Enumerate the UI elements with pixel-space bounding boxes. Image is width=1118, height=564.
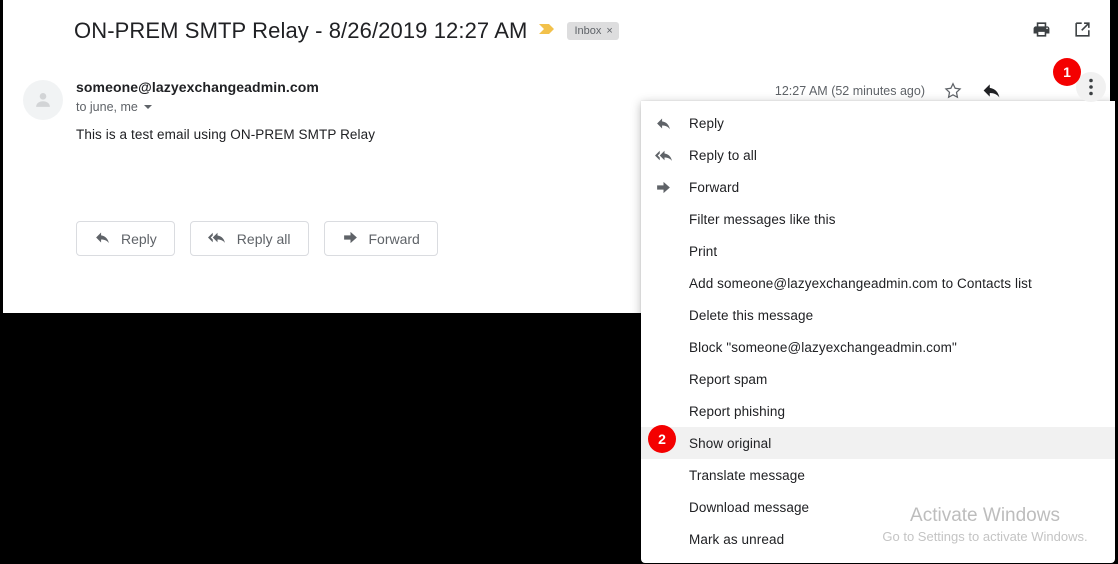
- menu-item-forward[interactable]: Forward: [641, 171, 1115, 203]
- step-badge-1: 1: [1053, 58, 1081, 86]
- menu-item-report-spam[interactable]: Report spam: [641, 363, 1115, 395]
- label-chip-text: Inbox: [574, 25, 602, 37]
- label-chip-inbox[interactable]: Inbox ×: [567, 22, 619, 40]
- menu-item-label: Print: [689, 243, 718, 259]
- star-outline-icon[interactable]: [943, 81, 963, 101]
- close-icon[interactable]: ×: [606, 25, 612, 37]
- menu-item-label: Download message: [689, 499, 810, 515]
- reply-all-button[interactable]: Reply all: [189, 221, 309, 256]
- more-vertical-icon[interactable]: [1076, 72, 1106, 102]
- menu-item-label: Translate message: [689, 467, 806, 483]
- menu-item-label: Report phishing: [689, 403, 786, 419]
- recipients-label: to june, me: [76, 100, 138, 114]
- reply-button-label: Reply: [121, 230, 157, 247]
- action-buttons: Reply Reply all Forward: [76, 221, 438, 256]
- menu-item-block-someone-lazyexchangeadmin-com[interactable]: Block "someone@lazyexchangeadmin.com": [641, 331, 1115, 363]
- forward-button[interactable]: Forward: [323, 221, 438, 256]
- menu-item-label: Mark as unread: [689, 531, 785, 547]
- reply-button[interactable]: Reply: [76, 221, 175, 256]
- menu-item-reply[interactable]: Reply: [641, 107, 1115, 139]
- importance-marker-icon[interactable]: [537, 21, 557, 42]
- menu-item-label: Block "someone@lazyexchangeadmin.com": [689, 339, 957, 355]
- menu-item-show-original[interactable]: Show original: [641, 427, 1115, 459]
- menu-item-download-message[interactable]: Download message: [641, 491, 1115, 523]
- reply-all-button-label: Reply all: [236, 230, 291, 247]
- open-in-new-icon[interactable]: [1073, 20, 1092, 39]
- menu-item-label: Delete this message: [689, 307, 814, 323]
- header-actions: [1032, 20, 1092, 39]
- menu-item-label: Filter messages like this: [689, 211, 836, 227]
- reply-arrow-icon: [655, 115, 689, 132]
- menu-item-label: Show original: [689, 435, 772, 451]
- avatar[interactable]: [23, 80, 63, 120]
- menu-item-delete-this-message[interactable]: Delete this message: [641, 299, 1115, 331]
- menu-item-label: Reply to all: [689, 147, 757, 163]
- person-avatar-icon: [36, 93, 50, 107]
- subject-row: ON-PREM SMTP Relay - 8/26/2019 12:27 AM …: [74, 18, 619, 44]
- menu-item-translate-message[interactable]: Translate message: [641, 459, 1115, 491]
- print-icon[interactable]: [1032, 20, 1051, 39]
- forward-arrow-icon: [342, 229, 359, 249]
- menu-item-label: Forward: [689, 179, 740, 195]
- page-title: ON-PREM SMTP Relay - 8/26/2019 12:27 AM: [74, 18, 528, 43]
- reply-all-arrow-icon: [655, 147, 689, 164]
- message-body: This is a test email using ON-PREM SMTP …: [76, 127, 376, 142]
- step-badge-2: 2: [648, 425, 676, 453]
- recipients-row[interactable]: to june, me: [76, 100, 319, 114]
- menu-item-mark-as-unread[interactable]: Mark as unread: [641, 523, 1115, 555]
- forward-arrow-icon: [655, 179, 689, 196]
- forward-button-label: Forward: [368, 230, 420, 247]
- menu-item-label: Report spam: [689, 371, 768, 387]
- more-options-menu: Reply Reply to all Forward Filter messages …: [641, 101, 1115, 563]
- message-meta: 12:27 AM (52 minutes ago): [775, 80, 1002, 101]
- screenshot-root: ON-PREM SMTP Relay - 8/26/2019 12:27 AM …: [0, 0, 1118, 564]
- sender-block: someone@lazyexchangeadmin.com to june, m…: [76, 79, 319, 114]
- reply-arrow-icon[interactable]: [981, 80, 1002, 101]
- menu-item-label: Add someone@lazyexchangeadmin.com to Con…: [689, 275, 1032, 291]
- menu-item-print[interactable]: Print: [641, 235, 1115, 267]
- menu-item-label: Reply: [689, 115, 725, 131]
- menu-item-reply-to-all[interactable]: Reply to all: [641, 139, 1115, 171]
- chevron-down-icon[interactable]: [143, 105, 152, 109]
- message-timestamp: 12:27 AM (52 minutes ago): [774, 83, 925, 98]
- reply-all-arrow-icon: [207, 229, 227, 249]
- menu-item-add-someone-lazyexchangeadmin-com-to-contacts-list[interactable]: Add someone@lazyexchangeadmin.com to Con…: [641, 267, 1115, 299]
- sender-email[interactable]: someone@lazyexchangeadmin.com: [76, 79, 319, 95]
- menu-item-report-phishing[interactable]: Report phishing: [641, 395, 1115, 427]
- reply-arrow-icon: [94, 229, 111, 249]
- menu-item-filter-messages-like-this[interactable]: Filter messages like this: [641, 203, 1115, 235]
